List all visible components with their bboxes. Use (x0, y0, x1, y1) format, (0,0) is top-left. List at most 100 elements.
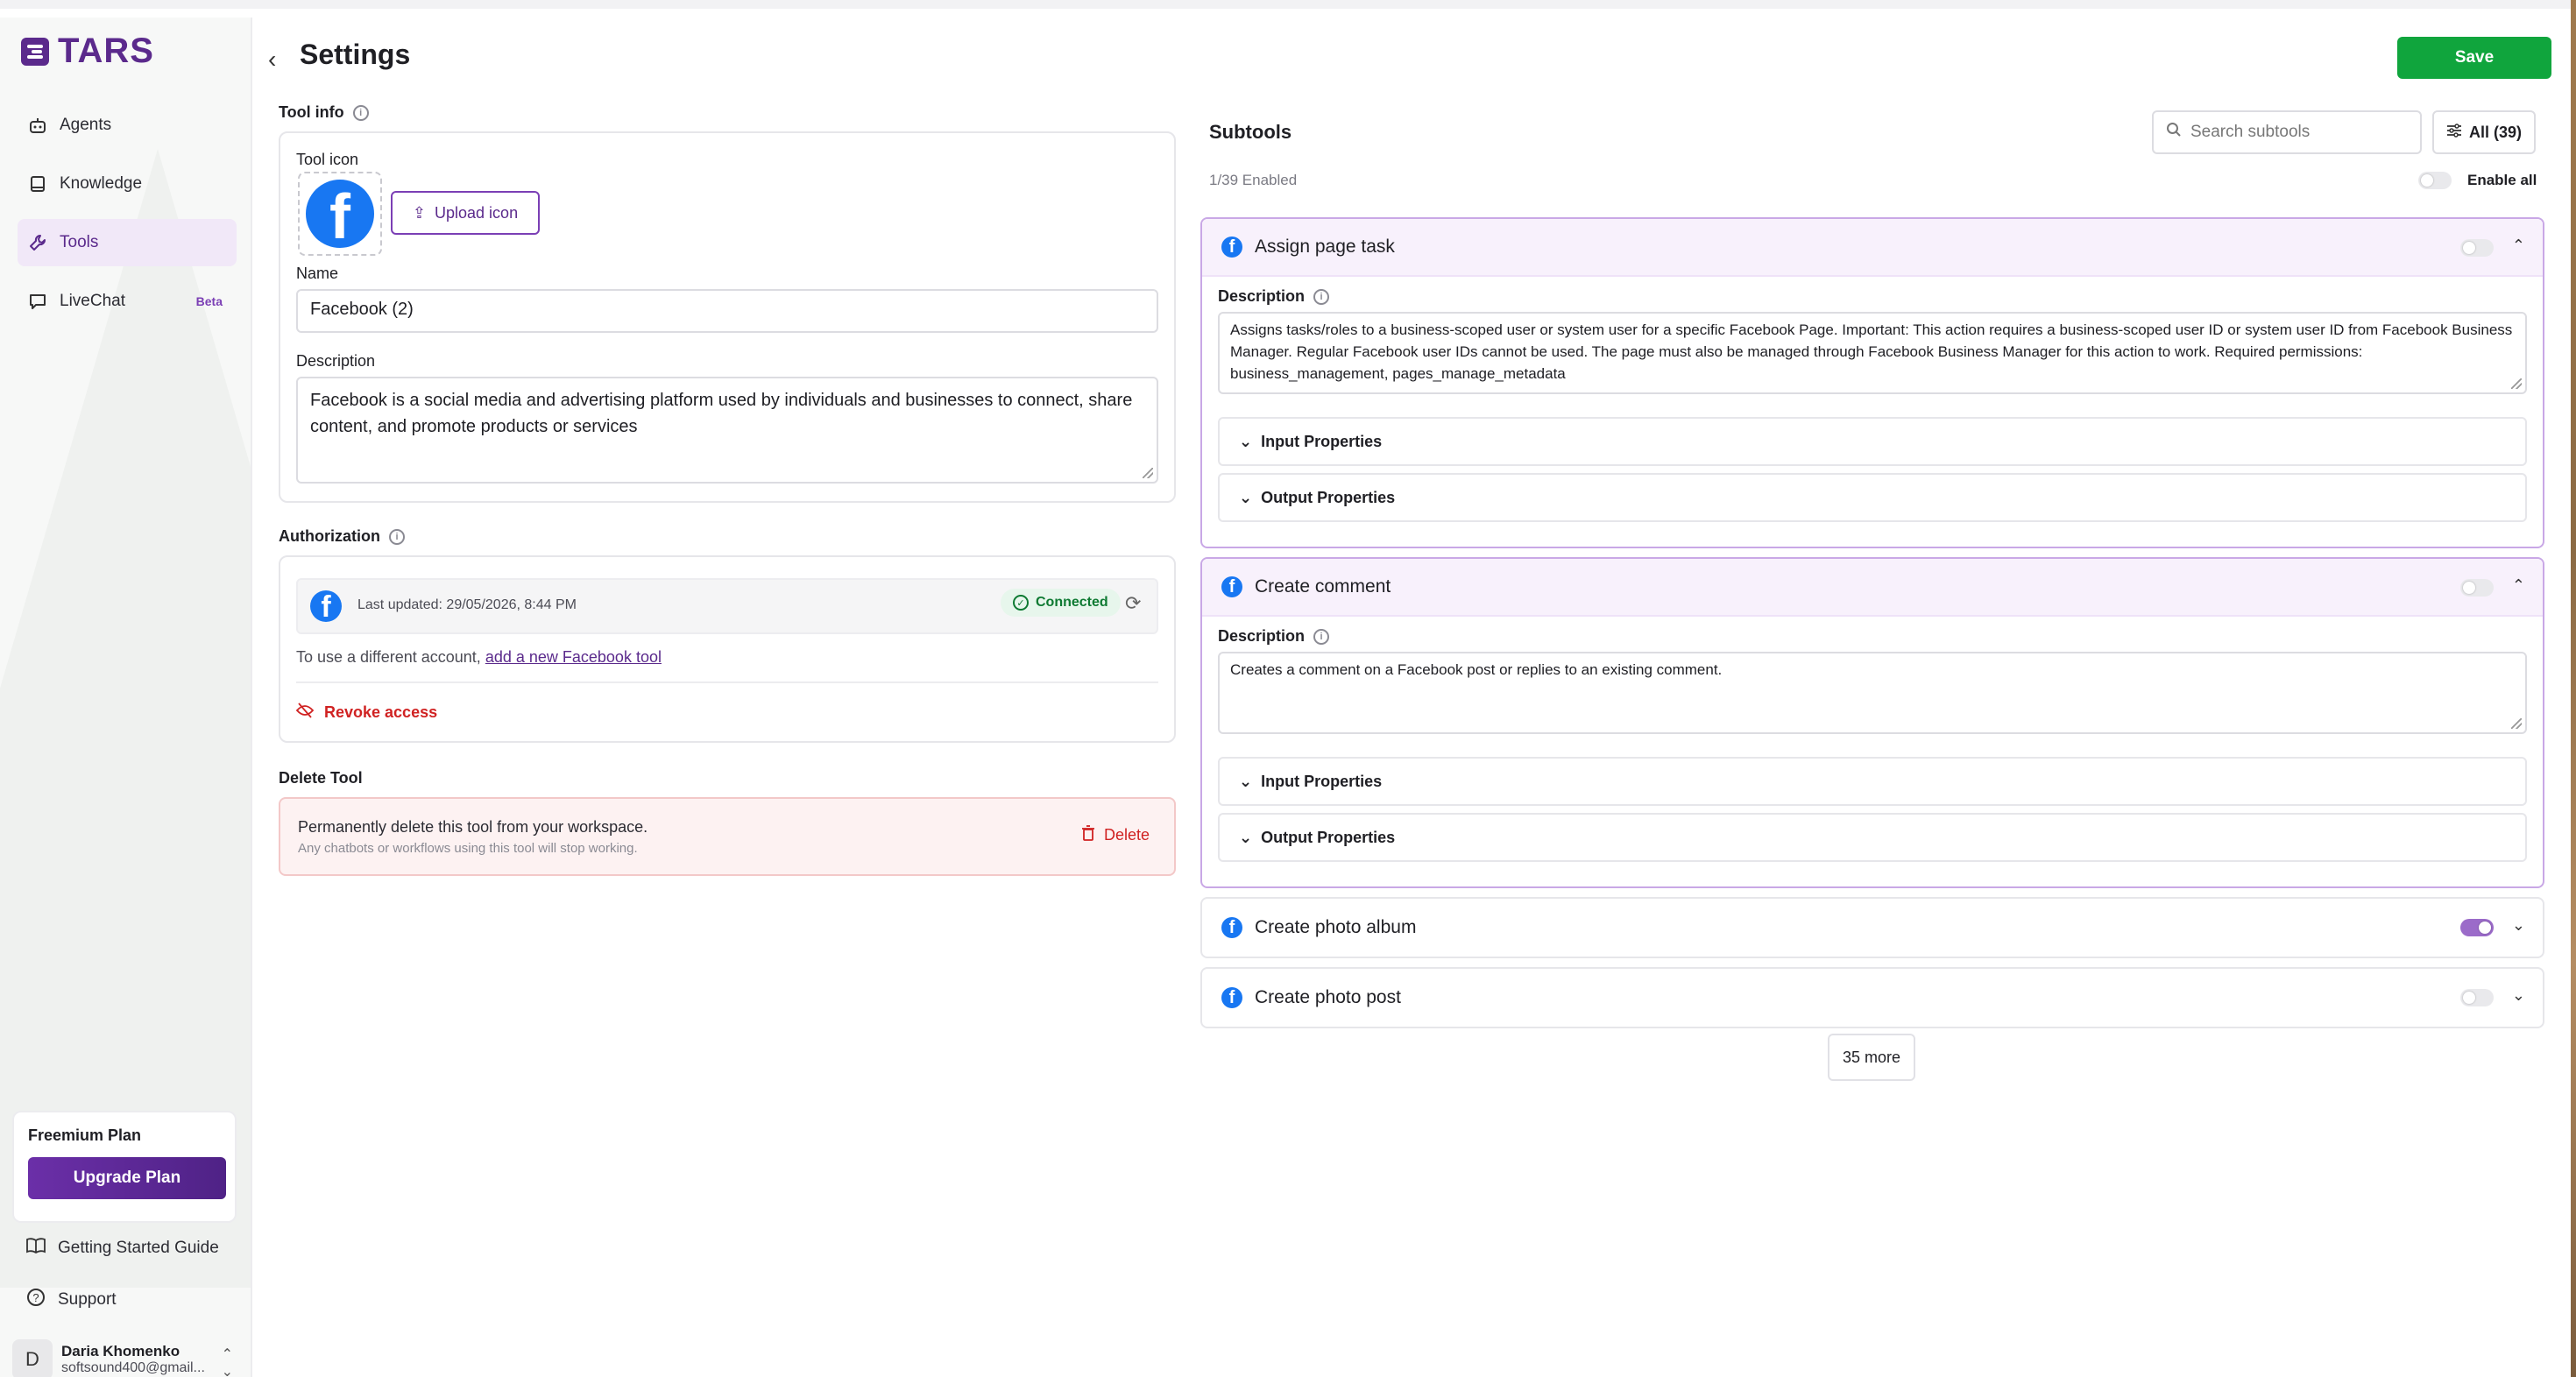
description-label: Description i (1218, 287, 1330, 306)
subtool-description-field[interactable]: Creates a comment on a Facebook post or … (1218, 652, 2527, 734)
check-circle-icon: ✓ (1013, 595, 1029, 611)
input-properties-toggle[interactable]: ⌄ Input Properties (1218, 757, 2527, 806)
chat-icon (28, 292, 47, 311)
facebook-icon: f (1221, 576, 1242, 597)
revoke-access-button[interactable]: Revoke access (295, 703, 437, 723)
wrench-icon (28, 233, 47, 252)
subtool-toggle[interactable] (2460, 239, 2494, 257)
sidebar-item-knowledge[interactable]: Knowledge (18, 160, 237, 208)
subtool-header[interactable]: f Create comment ⌃ (1202, 559, 2543, 617)
delete-tool-heading: Delete Tool (279, 769, 363, 787)
book-icon (28, 174, 47, 194)
chevron-down-icon: ⌄ (1239, 772, 1253, 790)
subtool-card-create-photo-post[interactable]: f Create photo post ⌄ (1200, 967, 2544, 1028)
user-menu[interactable]: D Daria Khomenko softsound400@gmail... ⌃… (12, 1331, 240, 1377)
delete-tool-card: Permanently delete this tool from your w… (279, 797, 1176, 876)
output-properties-toggle[interactable]: ⌄ Output Properties (1218, 813, 2527, 862)
add-facebook-tool-link[interactable]: add a new Facebook tool (485, 648, 662, 666)
facebook-icon: f (306, 180, 374, 248)
sidebar-item-label: Agents (60, 116, 112, 134)
different-account-hint: To use a different account, add a new Fa… (296, 648, 662, 666)
description-label: Description (296, 352, 376, 370)
subtool-card-create-photo-album[interactable]: f Create photo album ⌄ (1200, 897, 2544, 958)
show-more-button[interactable]: 35 more (1828, 1034, 1915, 1081)
facebook-icon: f (1221, 237, 1242, 258)
resize-handle-icon[interactable] (2511, 378, 2522, 389)
status-badge: ✓ Connected (1001, 589, 1121, 617)
trash-icon (1081, 825, 1095, 845)
enable-all-toggle[interactable] (2418, 172, 2452, 189)
plan-title: Freemium Plan (28, 1126, 142, 1144)
refresh-icon[interactable]: ⟳ (1125, 592, 1141, 615)
input-properties-toggle[interactable]: ⌄ Input Properties (1218, 417, 2527, 466)
subtool-title: Create photo post (1255, 987, 1401, 1007)
tool-icon-preview[interactable]: f (298, 172, 382, 256)
search-input[interactable]: Search subtools (2152, 110, 2422, 154)
subtool-header[interactable]: f Create photo post ⌄ (1202, 969, 2543, 1027)
chevron-down-icon[interactable]: ⌄ (2512, 916, 2525, 935)
plan-card: Freemium Plan Upgrade Plan (12, 1111, 237, 1223)
info-icon[interactable]: i (1313, 628, 1330, 645)
back-arrow-icon[interactable]: ‹ (268, 46, 276, 74)
upload-icon: ⇪ (412, 203, 427, 222)
eye-off-icon (295, 703, 315, 723)
search-icon (2166, 122, 2182, 143)
subtool-toggle[interactable] (2460, 579, 2494, 597)
facebook-icon: f (1221, 917, 1242, 938)
save-button[interactable]: Save (2397, 37, 2551, 79)
info-icon[interactable]: i (352, 104, 369, 121)
resize-handle-icon[interactable] (2511, 718, 2522, 729)
name-field[interactable]: Facebook (2) (296, 289, 1158, 333)
filter-button[interactable]: All (39) (2432, 110, 2536, 154)
logo-icon (21, 37, 49, 66)
chevron-down-icon[interactable]: ⌄ (2512, 986, 2525, 1005)
info-icon[interactable]: i (1313, 288, 1330, 305)
support-label: Support (58, 1290, 117, 1309)
description-field[interactable]: Facebook is a social media and advertisi… (296, 377, 1158, 484)
sidebar-item-agents[interactable]: Agents (18, 102, 237, 149)
chevron-up-icon[interactable]: ⌃ (2512, 237, 2525, 255)
upgrade-plan-button[interactable]: Upgrade Plan (28, 1157, 226, 1199)
chevron-down-icon: ⌄ (1239, 828, 1253, 846)
beta-badge: Beta (195, 294, 223, 308)
subtool-header[interactable]: f Create photo album ⌄ (1202, 899, 2543, 957)
facebook-icon: f (1221, 987, 1242, 1008)
name-label: Name (296, 265, 339, 282)
sliders-icon (2446, 123, 2462, 142)
sidebar-item-label: Tools (60, 233, 99, 251)
subtool-card-create-comment: f Create comment ⌃ Description i Creates… (1200, 557, 2544, 888)
sidebar-nav: Agents Knowledge Tools LiveChat Beta (18, 102, 237, 336)
subtool-description-field[interactable]: Assigns tasks/roles to a business-scoped… (1218, 312, 2527, 394)
info-icon[interactable]: i (388, 528, 405, 545)
logo[interactable]: TARS (21, 32, 154, 71)
search-placeholder: Search subtools (2190, 123, 2311, 141)
getting-started-label: Getting Started Guide (58, 1239, 219, 1257)
upload-icon-button[interactable]: ⇪ Upload icon (391, 191, 540, 235)
sidebar-item-label: LiveChat (60, 292, 125, 310)
chevron-down-icon: ⌄ (1239, 432, 1253, 450)
subtool-title: Create comment (1255, 576, 1391, 597)
chevron-down-icon: ⌄ (1239, 488, 1253, 506)
chevron-up-icon[interactable]: ⌃ (2512, 576, 2525, 595)
getting-started-link[interactable]: Getting Started Guide (26, 1237, 219, 1260)
tool-info-heading: Tool info i (279, 103, 369, 122)
subtool-toggle[interactable] (2460, 989, 2494, 1006)
delete-subtitle: Any chatbots or workflows using this too… (298, 841, 638, 856)
delete-title: Permanently delete this tool from your w… (298, 818, 648, 836)
resize-handle-icon[interactable] (1143, 468, 1153, 478)
description-label: Description i (1218, 627, 1330, 646)
output-properties-toggle[interactable]: ⌄ Output Properties (1218, 473, 2527, 522)
delete-button[interactable]: Delete (1081, 825, 1150, 845)
svg-text:?: ? (32, 1291, 39, 1304)
subtool-header[interactable]: f Assign page task ⌃ (1202, 219, 2543, 277)
robot-icon (28, 116, 47, 135)
sidebar-item-tools[interactable]: Tools (18, 219, 237, 266)
logo-text: TARS (58, 32, 154, 70)
tool-icon-label: Tool icon (296, 151, 359, 168)
subtool-toggle[interactable] (2460, 919, 2494, 936)
support-link[interactable]: ? Support (26, 1288, 117, 1312)
enabled-count: 1/39 Enabled (1209, 172, 1298, 188)
user-email: softsound400@gmail... (61, 1360, 205, 1375)
last-updated-text: Last updated: 29/05/2026, 8:44 PM (357, 597, 577, 612)
sidebar-item-livechat[interactable]: LiveChat Beta (18, 278, 237, 325)
